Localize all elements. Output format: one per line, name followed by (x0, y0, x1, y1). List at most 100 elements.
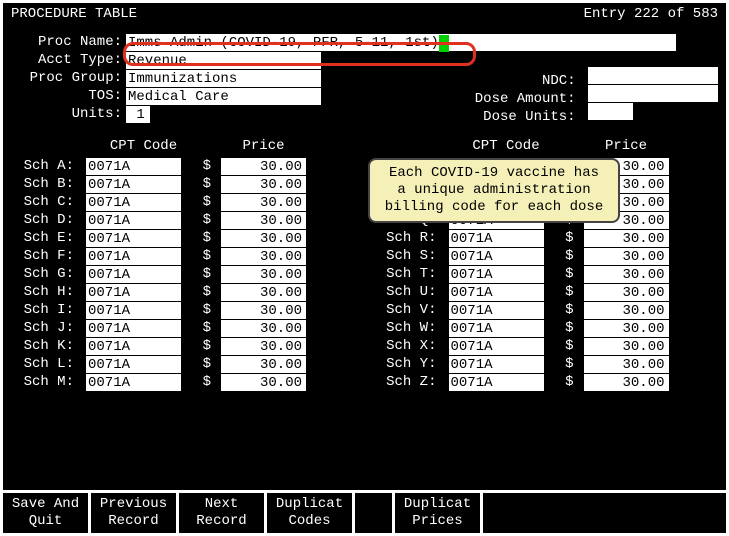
schedule-left-column: CPT Code Price Sch A:0071A$30.00Sch B:00… (11, 137, 356, 391)
schedule-row: Sch X:0071A$30.00 (374, 337, 719, 355)
schedule-header-left: CPT Code Price (11, 137, 356, 155)
cpt-code-field[interactable]: 0071A (449, 248, 544, 265)
cpt-code-field[interactable]: 0071A (449, 320, 544, 337)
cpt-code-field[interactable]: 0071A (449, 356, 544, 373)
dollar-sign: $ (191, 265, 211, 283)
price-field[interactable]: 30.00 (221, 230, 306, 247)
dollar-sign: $ (191, 355, 211, 373)
proc-name-label: Proc Name: (11, 33, 126, 51)
units-label: Units: (11, 105, 126, 123)
price-field[interactable]: 30.00 (221, 302, 306, 319)
schedule-row-label: Sch T: (374, 265, 439, 283)
duplicate-codes-button[interactable]: Duplicat Codes (267, 493, 355, 533)
schedule-row-label: Sch C: (11, 193, 76, 211)
price-field[interactable]: 30.00 (221, 158, 306, 175)
schedule-row: Sch R:0071A$30.00 (374, 229, 719, 247)
schedule-row-label: Sch M: (11, 373, 76, 391)
schedule-row: Sch J:0071A$30.00 (11, 319, 356, 337)
cpt-code-field[interactable]: 0071A (449, 266, 544, 283)
previous-record-button[interactable]: Previous Record (91, 493, 179, 533)
price-field[interactable]: 30.00 (221, 338, 306, 355)
price-field[interactable]: 30.00 (221, 320, 306, 337)
dollar-sign: $ (191, 247, 211, 265)
cpt-code-field[interactable]: 0071A (86, 320, 181, 337)
cpt-code-field[interactable]: 0071A (86, 356, 181, 373)
schedule-row-label: Sch D: (11, 211, 76, 229)
ndc-field[interactable] (588, 67, 718, 84)
cpt-code-field[interactable]: 0071A (86, 302, 181, 319)
dollar-sign: $ (191, 211, 211, 229)
cpt-code-field[interactable]: 0071A (86, 158, 181, 175)
cpt-code-field[interactable]: 0071A (86, 230, 181, 247)
cpt-code-field[interactable]: 0071A (86, 338, 181, 355)
price-field[interactable]: 30.00 (584, 320, 669, 337)
schedule-row: Sch S: 0071A $30.00 (374, 247, 719, 265)
dose-units-field[interactable] (588, 103, 633, 120)
button-bar-empty (483, 493, 726, 533)
price-field[interactable]: 30.00 (584, 302, 669, 319)
cpt-code-field[interactable]: 0071A (449, 338, 544, 355)
cpt-code-field[interactable]: 0071A (449, 374, 544, 391)
cpt-code-field[interactable]: 0071A (86, 374, 181, 391)
schedule-row-label: Sch S: (374, 247, 439, 265)
cpt-code-field[interactable]: 0071A (86, 212, 181, 229)
price-field[interactable]: 30.00 (584, 248, 669, 265)
schedule-row: Sch A:0071A$30.00 (11, 157, 356, 175)
dollar-sign: $ (554, 301, 574, 319)
next-record-button[interactable]: Next Record (179, 493, 267, 533)
price-field[interactable]: 30.00 (584, 338, 669, 355)
schedule-row: Sch E:0071A$30.00 (11, 229, 356, 247)
proc-name-field[interactable]: Imms Admin (COVID-19, PFR, 5-11, 1st) (126, 34, 676, 51)
acct-type-label: Acct Type: (11, 51, 126, 69)
dollar-sign: $ (554, 283, 574, 301)
schedule-row: Sch V:0071A$30.00 (374, 301, 719, 319)
duplicate-prices-button[interactable]: Duplicat Prices (395, 493, 483, 533)
dose-amount-field[interactable] (588, 85, 718, 102)
schedule-row-label: Sch L: (11, 355, 76, 373)
price-field[interactable]: 30.00 (584, 284, 669, 301)
cpt-code-field[interactable]: 0071A (86, 248, 181, 265)
dollar-sign: $ (554, 373, 574, 391)
price-field[interactable]: 30.00 (584, 266, 669, 283)
price-field[interactable]: 30.00 (221, 356, 306, 373)
cpt-code-field[interactable]: 0071A (86, 284, 181, 301)
schedule-row: Sch I:0071A$30.00 (11, 301, 356, 319)
cpt-code-field[interactable]: 0071A (449, 302, 544, 319)
schedule-row-label: Sch Z: (374, 373, 439, 391)
acct-type-field[interactable]: Revenue (126, 52, 321, 69)
cpt-header: CPT Code (96, 137, 191, 155)
price-field[interactable]: 30.00 (221, 212, 306, 229)
schedule-row: Sch C:0071A$30.00 (11, 193, 356, 211)
cpt-code-field[interactable]: 0071A (449, 284, 544, 301)
schedule-row-label: Sch R: (374, 229, 439, 247)
cpt-code-field[interactable]: 0071A (86, 194, 181, 211)
price-field[interactable]: 30.00 (584, 230, 669, 247)
price-field[interactable]: 30.00 (584, 374, 669, 391)
price-field[interactable]: 30.00 (221, 374, 306, 391)
button-spacer (355, 493, 395, 533)
proc-group-label: Proc Group: (11, 69, 126, 87)
proc-group-field[interactable]: Immunizations (126, 70, 321, 87)
cpt-code-field[interactable]: 0071A (449, 230, 544, 247)
price-header: Price (211, 137, 316, 155)
tos-field[interactable]: Medical Care (126, 88, 321, 105)
schedule-row: Sch Y:0071A$30.00 (374, 355, 719, 373)
dose-units-label: Dose Units: (465, 108, 580, 126)
schedule-row-label: Sch I: (11, 301, 76, 319)
dollar-sign: $ (554, 265, 574, 283)
cpt-code-field[interactable]: 0071A (86, 266, 181, 283)
price-field[interactable]: 30.00 (221, 284, 306, 301)
save-and-quit-button[interactable]: Save And Quit (3, 493, 91, 533)
schedule-header-right: CPT Code Price (374, 137, 719, 155)
price-field[interactable]: 30.00 (584, 356, 669, 373)
schedule-row: Sch H:0071A$30.00 (11, 283, 356, 301)
price-field[interactable]: 30.00 (221, 176, 306, 193)
dollar-sign: $ (554, 247, 574, 265)
units-field[interactable]: 1 (126, 106, 150, 123)
price-field[interactable]: 30.00 (221, 194, 306, 211)
price-field[interactable]: 30.00 (221, 266, 306, 283)
cpt-code-field[interactable]: 0071A (86, 176, 181, 193)
schedule-row: Sch L: 0071A $30.00 (11, 355, 356, 373)
price-field[interactable]: 30.00 (221, 248, 306, 265)
dollar-sign: $ (191, 157, 211, 175)
